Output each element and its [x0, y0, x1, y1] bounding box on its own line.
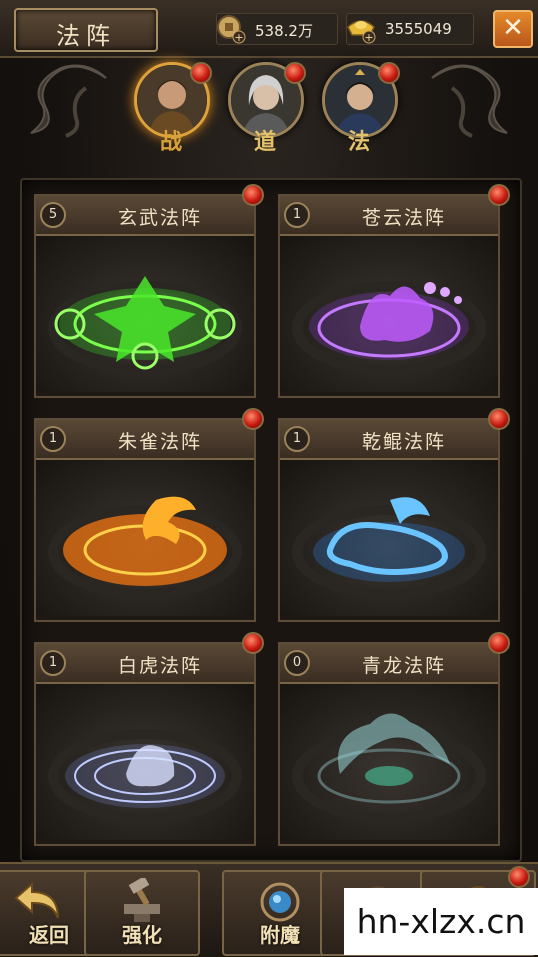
hero-warrior-alert-dot — [190, 62, 212, 84]
formation-card-qiankun[interactable]: 1 乾鲲法阵 — [278, 418, 500, 622]
ingot-balance[interactable]: + 3555049 — [346, 13, 474, 45]
formation-level-badge: 5 — [40, 202, 66, 228]
svg-text:+: + — [234, 31, 243, 44]
card-header: 1 朱雀法阵 — [36, 420, 254, 460]
dragon-ornament-right-icon — [431, 64, 508, 138]
tab-enhance[interactable]: 强化 — [84, 870, 200, 956]
qinglong-alert-dot — [488, 632, 510, 654]
formation-level-badge: 1 — [284, 426, 310, 452]
formation-tab-alert-dot — [508, 866, 530, 888]
qiankun-formation-icon — [292, 497, 486, 599]
cangyun-formation-icon — [292, 281, 486, 375]
card-header: 0 青龙法阵 — [280, 644, 498, 684]
hero-mage-alert-dot — [378, 62, 400, 84]
formation-name: 乾鲲法阵 — [361, 431, 446, 453]
xuanwu-alert-dot — [242, 184, 264, 206]
watermark: hn-xlzx.cn — [344, 888, 538, 955]
close-button[interactable]: ✕ — [493, 10, 533, 48]
formation-card-xuanwu[interactable]: 5 玄武法阵 — [34, 194, 256, 398]
baihu-alert-dot — [242, 632, 264, 654]
coin-icon: + — [217, 15, 246, 44]
formation-card-qinglong[interactable]: 0 青龙法阵 — [278, 642, 500, 846]
formation-image — [280, 684, 498, 840]
close-icon: ✕ — [502, 13, 524, 43]
svg-text:+: + — [364, 31, 373, 44]
ingot-amount: 3555049 — [385, 20, 452, 38]
cangyun-alert-dot — [488, 184, 510, 206]
formation-image — [280, 236, 498, 392]
formation-image — [36, 236, 254, 392]
formation-image — [36, 684, 254, 840]
formation-card-baihu[interactable]: 1 白虎法阵 — [34, 642, 256, 846]
back-label: 返回 — [29, 923, 69, 947]
formation-card-zhuque[interactable]: 1 朱雀法阵 — [34, 418, 256, 622]
top-bar: 法阵 + 538.2万 + 3555049 ✕ — [0, 0, 538, 58]
baihu-formation-icon — [48, 729, 242, 823]
page-title: 法阵 — [56, 22, 116, 50]
formation-name: 白虎法阵 — [117, 655, 202, 677]
formation-level-badge: 1 — [40, 650, 66, 676]
dragon-ornament-left-icon — [30, 64, 107, 138]
hero-taoist-alert-dot — [284, 62, 306, 84]
formation-name: 玄武法阵 — [117, 207, 202, 229]
coin-amount: 538.2万 — [255, 22, 313, 40]
enhance-label: 强化 — [122, 923, 162, 947]
coin-balance[interactable]: + 538.2万 — [216, 13, 338, 45]
zhuque-alert-dot — [242, 408, 264, 430]
formation-level-badge: 0 — [284, 650, 310, 676]
hero-warrior-label: 战 — [159, 129, 182, 155]
qiankun-alert-dot — [488, 408, 510, 430]
xuanwu-formation-icon — [48, 276, 242, 375]
hero-taoist-label: 道 — [253, 129, 276, 155]
watermark-text: hn-xlzx.cn — [356, 902, 526, 941]
formation-name: 苍云法阵 — [361, 207, 446, 229]
formation-name: 青龙法阵 — [361, 655, 446, 677]
card-header: 1 乾鲲法阵 — [280, 420, 498, 460]
formation-screen: 法阵 + 538.2万 + 3555049 ✕ 战 道 法 5 玄武法阵 1 苍… — [0, 0, 538, 957]
gold-ingot-icon: + — [347, 20, 376, 44]
formation-level-badge: 1 — [284, 202, 310, 228]
formation-image — [280, 460, 498, 616]
card-header: 5 玄武法阵 — [36, 196, 254, 236]
qinglong-formation-icon — [292, 713, 486, 823]
formation-image — [36, 460, 254, 616]
formation-card-cangyun[interactable]: 1 苍云法阵 — [278, 194, 500, 398]
zhuque-formation-icon — [48, 496, 242, 599]
formation-level-badge: 1 — [40, 426, 66, 452]
hero-mage-label: 法 — [347, 129, 370, 155]
formation-name: 朱雀法阵 — [117, 431, 202, 453]
title-plate: 法阵 — [14, 8, 158, 52]
card-header: 1 苍云法阵 — [280, 196, 498, 236]
card-header: 1 白虎法阵 — [36, 644, 254, 684]
